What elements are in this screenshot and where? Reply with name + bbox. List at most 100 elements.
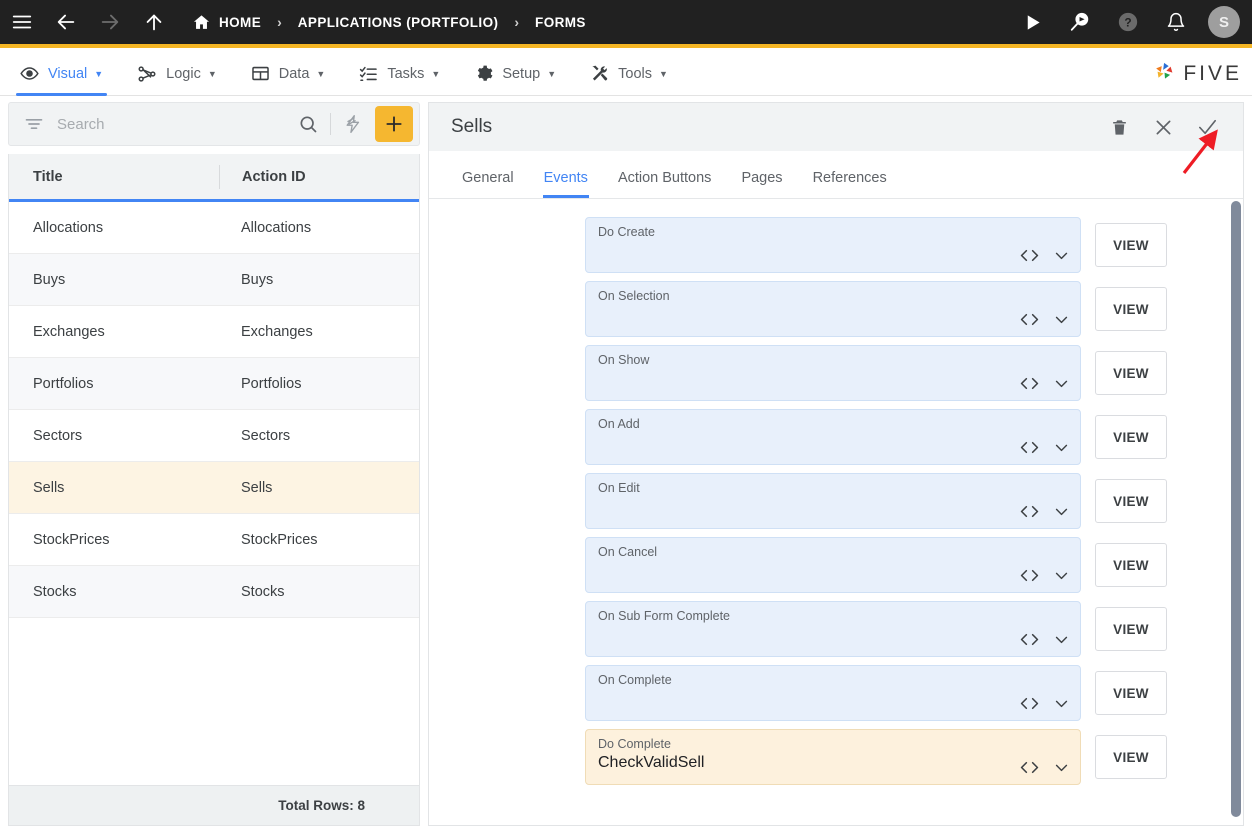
notifications-bell-icon[interactable] [1152,0,1200,46]
home-icon [192,13,211,32]
search-input[interactable] [49,115,291,133]
event-field[interactable]: On Show [585,345,1081,401]
search-icon[interactable] [291,114,325,134]
cell-title: Allocations [33,219,104,236]
cell-action-id: Sectors [241,427,291,444]
breadcrumb-home-label: HOME [219,14,262,30]
chevron-down-icon: ▼ [547,68,557,79]
event-field[interactable]: On Edit [585,473,1081,529]
nav-item-tools[interactable]: Tools ▼ [576,52,682,96]
back-arrow-icon[interactable] [44,0,88,46]
event-field[interactable]: On Selection [585,281,1081,337]
up-arrow-icon[interactable] [132,0,176,46]
table-row[interactable]: Sectors Sectors [9,410,419,462]
view-button[interactable]: VIEW [1095,543,1167,587]
cell-title: Exchanges [33,323,105,340]
forward-arrow-icon[interactable] [88,0,132,46]
nav-item-setup[interactable]: Setup ▼ [460,52,570,96]
nav-item-logic[interactable]: Logic ▼ [123,52,231,96]
table-row[interactable]: StockPrices StockPrices [9,514,419,566]
chevron-down-icon: ▼ [659,68,668,79]
tab-references[interactable]: References [798,170,902,198]
left-panel: Title Action ID Allocations Allocations Bu… [8,102,420,826]
event-row: On Show VIEW [429,345,1243,401]
event-field[interactable]: On Cancel [585,537,1081,593]
breadcrumb-item-home[interactable]: HOME [190,0,263,46]
chevron-down-icon[interactable] [1053,695,1070,712]
view-button[interactable]: VIEW [1095,479,1167,523]
table-row[interactable]: Allocations Allocations [9,202,419,254]
event-field[interactable]: On Add [585,409,1081,465]
event-field-label: On Show [598,353,650,367]
view-button[interactable]: VIEW [1095,671,1167,715]
lightning-bolt-icon[interactable] [336,113,370,135]
table-row[interactable]: Stocks Stocks [9,566,419,618]
cell-title: StockPrices [33,531,110,548]
tab-general[interactable]: General [447,170,529,198]
event-field[interactable]: Do Create [585,217,1081,273]
event-field-label: Do Complete [598,737,671,751]
event-field-label: On Sub Form Complete [598,609,730,623]
chevron-down-icon[interactable] [1053,439,1070,456]
view-button[interactable]: VIEW [1095,607,1167,651]
event-field[interactable]: On Sub Form Complete [585,601,1081,657]
code-brackets-icon[interactable] [1020,696,1039,711]
tab-events[interactable]: Events [529,170,603,198]
breadcrumb-item-forms[interactable]: FORMS [533,0,588,46]
event-row: On Complete VIEW [429,665,1243,721]
code-brackets-icon[interactable] [1020,440,1039,455]
view-button[interactable]: VIEW [1095,415,1167,459]
event-field-icons [1006,567,1070,584]
eye-icon [20,64,39,83]
chevron-down-icon[interactable] [1053,567,1070,584]
delete-icon[interactable] [1097,103,1141,151]
gear-icon [474,64,493,83]
svg-text:?: ? [1124,16,1131,30]
view-button[interactable]: VIEW [1095,223,1167,267]
nav-item-tasks[interactable]: Tasks ▼ [345,52,454,96]
tab-action-buttons[interactable]: Action Buttons [603,170,727,198]
event-field[interactable]: Do Complete CheckValidSell [585,729,1081,785]
add-button[interactable] [375,106,413,142]
help-icon[interactable]: ? [1104,0,1152,46]
nav-item-visual[interactable]: Visual ▼ [6,52,117,96]
vertical-scrollbar[interactable] [1231,201,1241,819]
code-brackets-icon[interactable] [1020,376,1039,391]
chevron-down-icon[interactable] [1053,375,1070,392]
event-row: On Selection VIEW [429,281,1243,337]
avatar[interactable]: S [1208,6,1240,38]
table-row[interactable]: Sells Sells [9,462,419,514]
table-row[interactable]: Buys Buys [9,254,419,306]
event-field[interactable]: On Complete [585,665,1081,721]
run-play-icon[interactable] [1008,0,1056,46]
filter-icon[interactable] [19,114,49,134]
table-row[interactable]: Portfolios Portfolios [9,358,419,410]
breadcrumb-item-applications[interactable]: APPLICATIONS (PORTFOLIO) [296,0,501,46]
confirm-check-icon[interactable] [1185,103,1229,151]
table-row[interactable]: Exchanges Exchanges [9,306,419,358]
code-brackets-icon[interactable] [1020,504,1039,519]
chevron-down-icon[interactable] [1053,311,1070,328]
code-brackets-icon[interactable] [1020,312,1039,327]
code-brackets-icon[interactable] [1020,760,1039,775]
column-header-title[interactable]: Title [9,154,219,199]
view-button[interactable]: VIEW [1095,351,1167,395]
column-header-action-id[interactable]: Action ID [219,164,419,189]
code-brackets-icon[interactable] [1020,632,1039,647]
event-field-label: On Selection [598,289,670,303]
chevron-down-icon[interactable] [1053,247,1070,264]
code-brackets-icon[interactable] [1020,568,1039,583]
chevron-down-icon[interactable] [1053,759,1070,776]
tab-pages[interactable]: Pages [726,170,797,198]
chevron-down-icon[interactable] [1053,503,1070,520]
search-debug-icon[interactable] [1056,0,1104,46]
close-icon[interactable] [1141,103,1185,151]
view-button[interactable]: VIEW [1095,287,1167,331]
chevron-down-icon[interactable] [1053,631,1070,648]
view-button[interactable]: VIEW [1095,735,1167,779]
nav-item-data[interactable]: Data ▼ [237,52,340,96]
scrollbar-thumb[interactable] [1231,201,1241,817]
code-brackets-icon[interactable] [1020,248,1039,263]
forms-grid: Title Action ID Allocations Allocations Bu… [8,154,420,826]
menu-icon[interactable] [0,0,44,46]
